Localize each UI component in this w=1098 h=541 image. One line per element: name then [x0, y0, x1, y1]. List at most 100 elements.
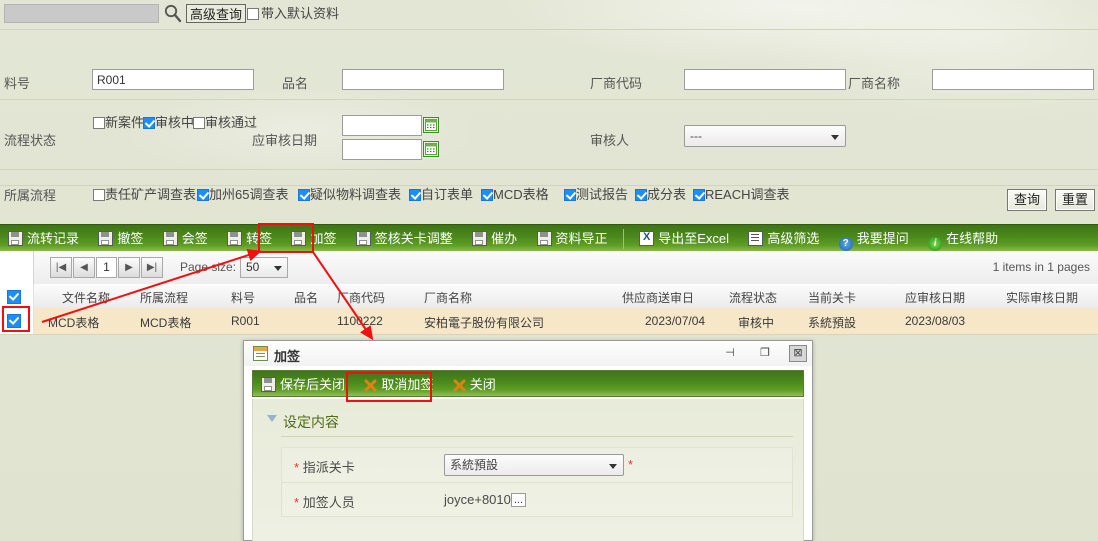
filter-form: 料号 品名 厂商代码 厂商名称 流程状态 新案件 审核中 审核通过 应审核日期 — [0, 29, 1098, 203]
maximize-button[interactable]: ❐ — [757, 346, 773, 361]
default-data-checkbox-box[interactable] — [247, 8, 259, 20]
vendor-name-input[interactable] — [932, 69, 1094, 90]
form-icon — [253, 346, 268, 361]
dialog-title: 加签 — [274, 349, 301, 364]
person-picker-button[interactable]: ... — [510, 493, 527, 507]
grid-col-supplier-submit-date[interactable]: 供应商送审日 — [622, 289, 694, 306]
keyword-search-input[interactable] — [4, 4, 159, 23]
grid-col-vendor-name[interactable]: 厂商名称 — [424, 289, 472, 306]
cell-supplier-submit-date: 2023/07/04 — [645, 314, 706, 328]
flow-status-checkbox-0[interactable] — [93, 117, 105, 129]
query-button[interactable]: 查询 — [1007, 189, 1048, 211]
toolbar-item-ask-question[interactable]: ? 我要提问 — [831, 225, 917, 252]
grid-col-current-node[interactable]: 当前关卡 — [808, 289, 856, 306]
toolbar-item-withdraw-sign[interactable]: 撤签 — [90, 225, 151, 252]
toolbar-item-export-excel[interactable]: 导出至Excel — [631, 225, 737, 252]
vendor-name-label: 厂商名称 — [848, 76, 901, 91]
dialog-title-bar[interactable]: 加签 ⊣ ❐ ⊠ — [244, 341, 812, 366]
grid-col-due-audit-date[interactable]: 应审核日期 — [905, 289, 965, 306]
section-divider — [281, 436, 793, 437]
dialog-save-and-close-label: 保存后关闭 — [280, 377, 346, 392]
grid-col-file-name[interactable]: 文件名称 — [62, 289, 110, 306]
toolbar-item-approval-node-adjust[interactable]: 签核关卡调整 — [348, 225, 461, 252]
toolbar-item-flow-record-label: 流转记录 — [27, 231, 80, 246]
assign-node-select[interactable]: 系統預設 — [444, 454, 624, 476]
required-marker-trailing: * — [628, 457, 634, 472]
dialog-close-button[interactable]: 关闭 — [445, 371, 504, 398]
calendar-icon[interactable] — [423, 117, 439, 133]
flow-status-checkbox-2[interactable] — [193, 117, 205, 129]
grid-col-product-name[interactable]: 品名 — [294, 289, 318, 306]
grid-col-vendor-code[interactable]: 厂商代码 — [337, 289, 385, 306]
pager-current-page[interactable]: 1 — [96, 257, 117, 278]
assign-node-label-text: 指派关卡 — [302, 460, 355, 475]
floppy-icon — [227, 231, 243, 246]
vendor-code-label: 厂商代码 — [590, 76, 643, 91]
page-size-label: Page size: — [180, 260, 237, 274]
audit-date-label: 应审核日期 — [252, 133, 318, 148]
auditor-select-value: --- — [690, 129, 702, 143]
dialog-body: 设定内容 * 指派关卡 系統預設 * * 加签人员 joyce+8010... — [252, 399, 804, 541]
pager-last-button[interactable]: ▶| — [141, 257, 163, 278]
select-all-checkbox[interactable] — [7, 290, 21, 304]
add-sign-dialog: 加签 ⊣ ❐ ⊠ 保存后关闭 取消加签 关闭 设定内容 * 指派关卡 系統預設 … — [243, 340, 813, 541]
add-sign-person-value: joyce+8010... — [444, 492, 527, 507]
toolbar-item-joint-sign[interactable]: 会签 — [155, 225, 216, 252]
flow-status-option-2[interactable]: 审核通过 — [193, 112, 257, 131]
default-data-checkbox[interactable]: 带入默认资料 — [247, 5, 339, 23]
auditor-select[interactable]: --- — [684, 125, 846, 147]
product-name-input[interactable] — [342, 69, 504, 90]
form-action-row: 查询 重置 — [0, 185, 1098, 218]
grid-col-belong-flow[interactable]: 所属流程 — [140, 289, 188, 306]
pager-next-button[interactable]: ▶ — [118, 257, 140, 278]
dialog-save-and-close-button[interactable]: 保存后关闭 — [253, 371, 353, 398]
flow-status-checkbox-1[interactable] — [143, 117, 155, 129]
excel-icon — [639, 230, 655, 246]
toolbar-item-joint-sign-label: 会签 — [181, 231, 208, 246]
dialog-section-title: 设定内容 — [283, 414, 339, 430]
cell-belong-flow: MCD表格 — [140, 316, 192, 330]
calendar-icon-2[interactable] — [423, 141, 439, 157]
reset-button[interactable]: 重置 — [1055, 189, 1096, 211]
pager-left-spacer — [0, 251, 34, 284]
toolbar-item-approval-node-adjust-label: 签核关卡调整 — [374, 231, 453, 246]
floppy-icon — [98, 231, 114, 246]
toolbar-item-flow-record[interactable]: 流转记录 — [0, 225, 87, 252]
cell-vendor-name: 安柏電子股份有限公司 — [424, 316, 545, 330]
grid-col-actual-audit-date[interactable]: 实际审核日期 — [1006, 289, 1078, 306]
flow-status-option-1[interactable]: 审核中 — [143, 112, 194, 131]
flow-status-option-0[interactable]: 新案件 — [93, 112, 144, 131]
pin-button[interactable]: ⊣ — [722, 346, 738, 361]
pager-first-button[interactable]: |◀ — [50, 257, 72, 278]
add-sign-person-label: * 加签人员 — [294, 492, 355, 511]
toolbar-item-online-help[interactable]: i 在线帮助 — [920, 225, 1006, 252]
search-icon[interactable] — [163, 3, 183, 23]
auditor-label: 审核人 — [590, 133, 630, 148]
cell-file-name: MCD表格 — [48, 316, 100, 330]
material-no-input[interactable] — [92, 69, 254, 90]
toolbar-item-urge[interactable]: 催办 — [464, 225, 525, 252]
product-name-label: 品名 — [282, 76, 309, 91]
pager-prev-button[interactable]: ◀ — [73, 257, 95, 278]
grid-header-select-cell — [0, 284, 34, 308]
add-sign-person-text: joyce+8010 — [444, 492, 511, 507]
toolbar-item-data-correction-label: 资料导正 — [555, 231, 608, 246]
chevron-down-icon[interactable] — [267, 415, 277, 422]
page-size-value: 50 — [246, 260, 260, 274]
flow-status-label: 流程状态 — [4, 133, 57, 148]
toolbar-item-advanced-filter[interactable]: 高级筛选 — [740, 225, 827, 252]
required-marker-2: * — [294, 495, 300, 510]
close-button[interactable]: ⊠ — [789, 345, 807, 362]
assign-node-label: * 指派关卡 — [294, 457, 355, 476]
floppy-icon — [355, 231, 371, 246]
grid-col-material-no[interactable]: 料号 — [231, 289, 255, 306]
table-row[interactable]: MCD表格 MCD表格 R001 1100222 安柏電子股份有限公司 2023… — [0, 308, 1098, 335]
toolbar-item-data-correction[interactable]: 资料导正 — [529, 225, 616, 252]
vendor-code-input[interactable] — [684, 69, 846, 90]
page-size-select[interactable]: 50 — [240, 257, 288, 278]
grid-col-flow-status[interactable]: 流程状态 — [729, 289, 777, 306]
advanced-query-button[interactable]: 高级查询 — [186, 4, 247, 23]
audit-date-from-input[interactable] — [342, 115, 422, 136]
cancel-icon-2 — [453, 374, 466, 392]
audit-date-to-input[interactable] — [342, 139, 422, 160]
